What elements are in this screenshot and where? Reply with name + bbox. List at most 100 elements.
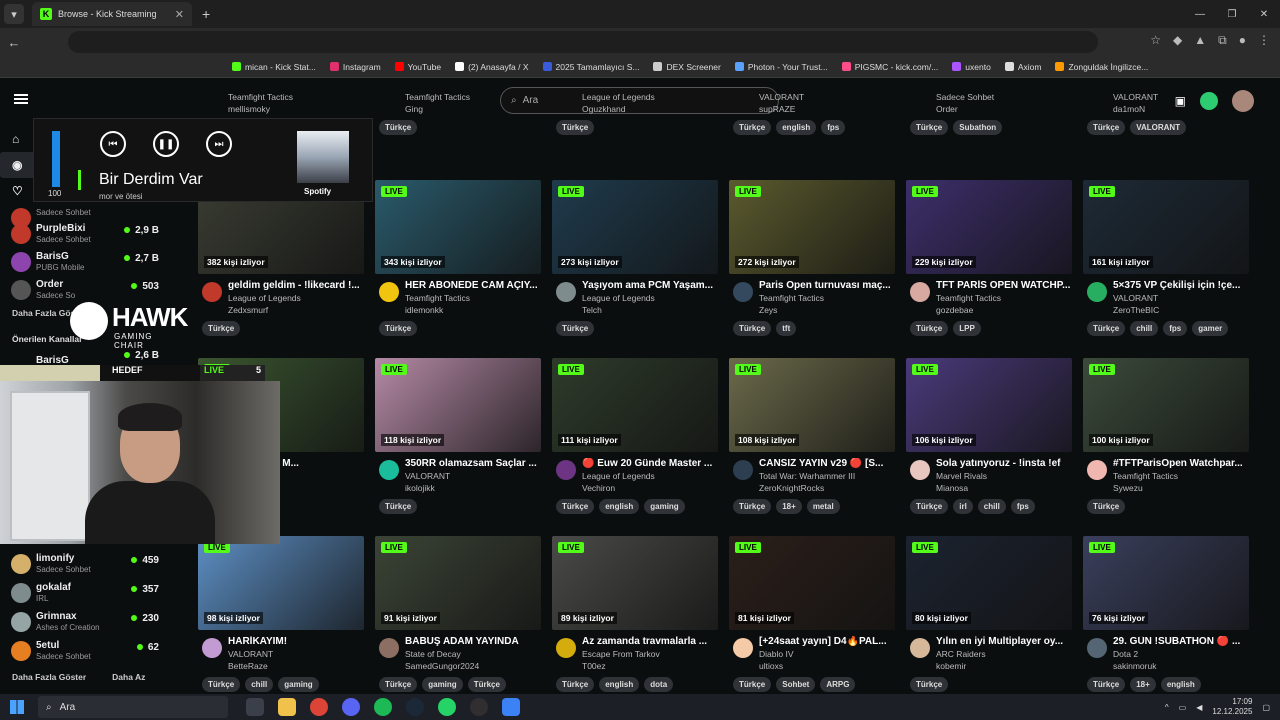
bookmark-item[interactable]: DEX Screener [653, 62, 721, 72]
tag-chip[interactable]: LPP [953, 321, 981, 336]
streamer-name[interactable]: gozdebae [936, 305, 1072, 315]
stream-category[interactable]: Escape From Tarkov [582, 649, 718, 659]
volume-bar[interactable] [52, 131, 60, 187]
streamer-name[interactable]: T00ez [582, 661, 718, 671]
top-row-card[interactable]: League of Legends Oguzkhand Türkçe [552, 92, 718, 162]
streamer-avatar[interactable] [202, 282, 222, 302]
stream-title[interactable]: HARİKAYIM! [228, 636, 364, 647]
taskbar-search[interactable]: ⌕ Ara [38, 696, 228, 718]
stream-title[interactable]: 🔴 Euw 20 Günde Master ... [582, 458, 718, 469]
tag-chip[interactable]: chill [1130, 321, 1159, 336]
stream-title[interactable]: BABUŞ ADAM YAYINDA [405, 636, 541, 647]
tag-chip[interactable]: 18+ [776, 499, 802, 514]
bookmark-star-icon[interactable]: ☆ [1150, 33, 1161, 48]
discord-icon[interactable] [342, 698, 360, 716]
streamer-avatar[interactable] [910, 460, 930, 480]
tag-chip[interactable]: Sohbet [776, 677, 816, 692]
stream-title[interactable]: Paris Open turnuvası maç... [759, 280, 895, 291]
whatsapp-icon[interactable] [438, 698, 456, 716]
streamer-name[interactable]: Telch [582, 305, 718, 315]
tag-chip[interactable]: fps [1163, 321, 1188, 336]
tag-chip[interactable]: ARPG [820, 677, 856, 692]
streamer-avatar[interactable] [733, 638, 753, 658]
channel-item[interactable]: Sadece Sohbet [0, 204, 175, 228]
streamer-name[interactable]: ZeroTheBIC [1113, 305, 1249, 315]
channel-item[interactable]: limonify Sadece Sohbet 459 [0, 550, 175, 579]
spotify-icon[interactable] [374, 698, 392, 716]
streamer-avatar[interactable] [556, 460, 576, 480]
stream-thumbnail[interactable]: LIVE 272 kişi izliyor [729, 180, 895, 274]
stream-category[interactable]: League of Legends [582, 293, 718, 303]
tag-chip[interactable]: Türkçe [379, 120, 418, 135]
streamer-name[interactable]: BetteRaze [228, 661, 364, 671]
restore-icon[interactable]: ❐ [1216, 9, 1248, 20]
tag-chip[interactable]: Türkçe [202, 677, 241, 692]
windows-start-icon[interactable] [10, 700, 24, 714]
clock[interactable]: 17:09 12.12.2025 [1212, 697, 1252, 717]
bookmark-item[interactable]: YouTube [394, 62, 441, 72]
stream-title[interactable]: Yaşıyom ama PCM Yaşam... [582, 280, 718, 291]
stream-card[interactable]: LIVE 229 kişi izliyor TFT PARİS OPEN WATCH… [906, 180, 1072, 336]
stream-category[interactable]: League of Legends [228, 293, 364, 303]
bookmark-item[interactable]: Axiom [1004, 62, 1041, 72]
stream-category[interactable]: VALORANT [228, 649, 364, 659]
task-view-icon[interactable] [246, 698, 264, 716]
tag-chip[interactable]: gaming [422, 677, 463, 692]
stream-title[interactable]: Az zamanda travmalarla ... [582, 636, 718, 647]
extensions-puzzle-icon[interactable]: ⧉ [1218, 33, 1227, 48]
stream-thumbnail[interactable]: LIVE 161 kişi izliyor [1083, 180, 1249, 274]
stream-thumbnail[interactable]: LIVE 111 kişi izliyor [552, 358, 718, 452]
tag-chip[interactable]: Türkçe [379, 677, 418, 692]
tray-arrow-icon[interactable]: ^ [1165, 703, 1169, 712]
stream-title[interactable]: CANSIZ YAYIN v29 🔴 [S... [759, 458, 895, 469]
tag-chip[interactable]: Türkçe [1087, 677, 1126, 692]
tag-chip[interactable]: Türkçe [379, 499, 418, 514]
stream-card[interactable]: LIVE 89 kişi izliyor Az zamanda travmalarl… [552, 536, 718, 692]
top-row-card[interactable]: Teamfight Tactics Ging Türkçe [375, 92, 541, 162]
stream-category[interactable]: Teamfight Tactics [1113, 471, 1249, 481]
top-row-card[interactable]: Sadece Sohbet Order Türkçe Subathon [906, 92, 1072, 162]
stream-title[interactable]: [+24saat yayın] D4🔥PAL... [759, 636, 895, 647]
tag-chip[interactable]: metal [806, 499, 840, 514]
streamer-avatar[interactable] [910, 282, 930, 302]
channel-item[interactable]: gokalaf IRL 357 [0, 579, 175, 608]
streamer-avatar[interactable] [202, 638, 222, 658]
streamer-avatar[interactable] [1087, 460, 1107, 480]
tag-chip[interactable]: Türkçe [910, 499, 949, 514]
bookmark-item[interactable]: (2) Anasayfa / X [455, 62, 529, 72]
stream-category[interactable]: VALORANT [1113, 293, 1249, 303]
tag-chip[interactable]: Subathon [953, 120, 1003, 135]
channel-item[interactable]: Grimnax Ashes of Creation 230 [0, 608, 175, 637]
new-tab-icon[interactable]: + [202, 6, 210, 22]
menu-dots-icon[interactable]: ⋮ [1258, 33, 1270, 48]
tag-chip[interactable]: Türkçe [556, 321, 595, 336]
streamer-name[interactable]: Zedxsmurf [228, 305, 364, 315]
stream-category[interactable]: Teamfight Tactics [936, 293, 1072, 303]
tag-chip[interactable]: chill [977, 499, 1006, 514]
volume-icon[interactable]: ◀ [1196, 703, 1202, 712]
streamer-avatar[interactable] [733, 282, 753, 302]
stream-category[interactable]: VALORANT [405, 471, 541, 481]
tag-chip[interactable]: Türkçe [556, 499, 595, 514]
streamer-avatar[interactable] [1087, 638, 1107, 658]
bookmark-item[interactable]: PIGSMC - kick.com/... [841, 62, 938, 72]
bookmark-item[interactable]: Instagram [329, 62, 381, 72]
stream-thumbnail[interactable]: LIVE 98 kişi izliyor [198, 536, 364, 630]
tag-chip[interactable]: Türkçe [379, 321, 418, 336]
tag-chip[interactable]: gamer [1192, 321, 1229, 336]
bookmark-item[interactable]: uxento [952, 62, 991, 72]
tag-chip[interactable]: Türkçe [733, 677, 772, 692]
tag-chip[interactable]: fps [1010, 499, 1035, 514]
file-explorer-icon[interactable] [278, 698, 296, 716]
stream-category[interactable]: Teamfight Tactics [405, 293, 541, 303]
tag-chip[interactable]: Türkçe [910, 677, 949, 692]
streamer-name[interactable]: idlemonkk [405, 305, 541, 315]
streamer-avatar[interactable] [910, 638, 930, 658]
stream-card[interactable]: LIVE 100 kişi izliyor #TFTParisOpen Watchp… [1083, 358, 1249, 514]
stream-thumbnail[interactable]: LIVE 91 kişi izliyor [375, 536, 541, 630]
stream-title[interactable]: 29. GÜN !SUBATHON 🔴 ... [1113, 636, 1249, 647]
stream-card[interactable]: LIVE 91 kişi izliyor BABUŞ ADAM YAYINDA Sta… [375, 536, 541, 692]
stream-card[interactable]: LIVE 161 kişi izliyor 5×375 VP Çekilişi iç… [1083, 180, 1249, 336]
streamer-name[interactable]: Mianosa [936, 483, 1072, 493]
streamer-name[interactable]: ikolojikk [405, 483, 541, 493]
